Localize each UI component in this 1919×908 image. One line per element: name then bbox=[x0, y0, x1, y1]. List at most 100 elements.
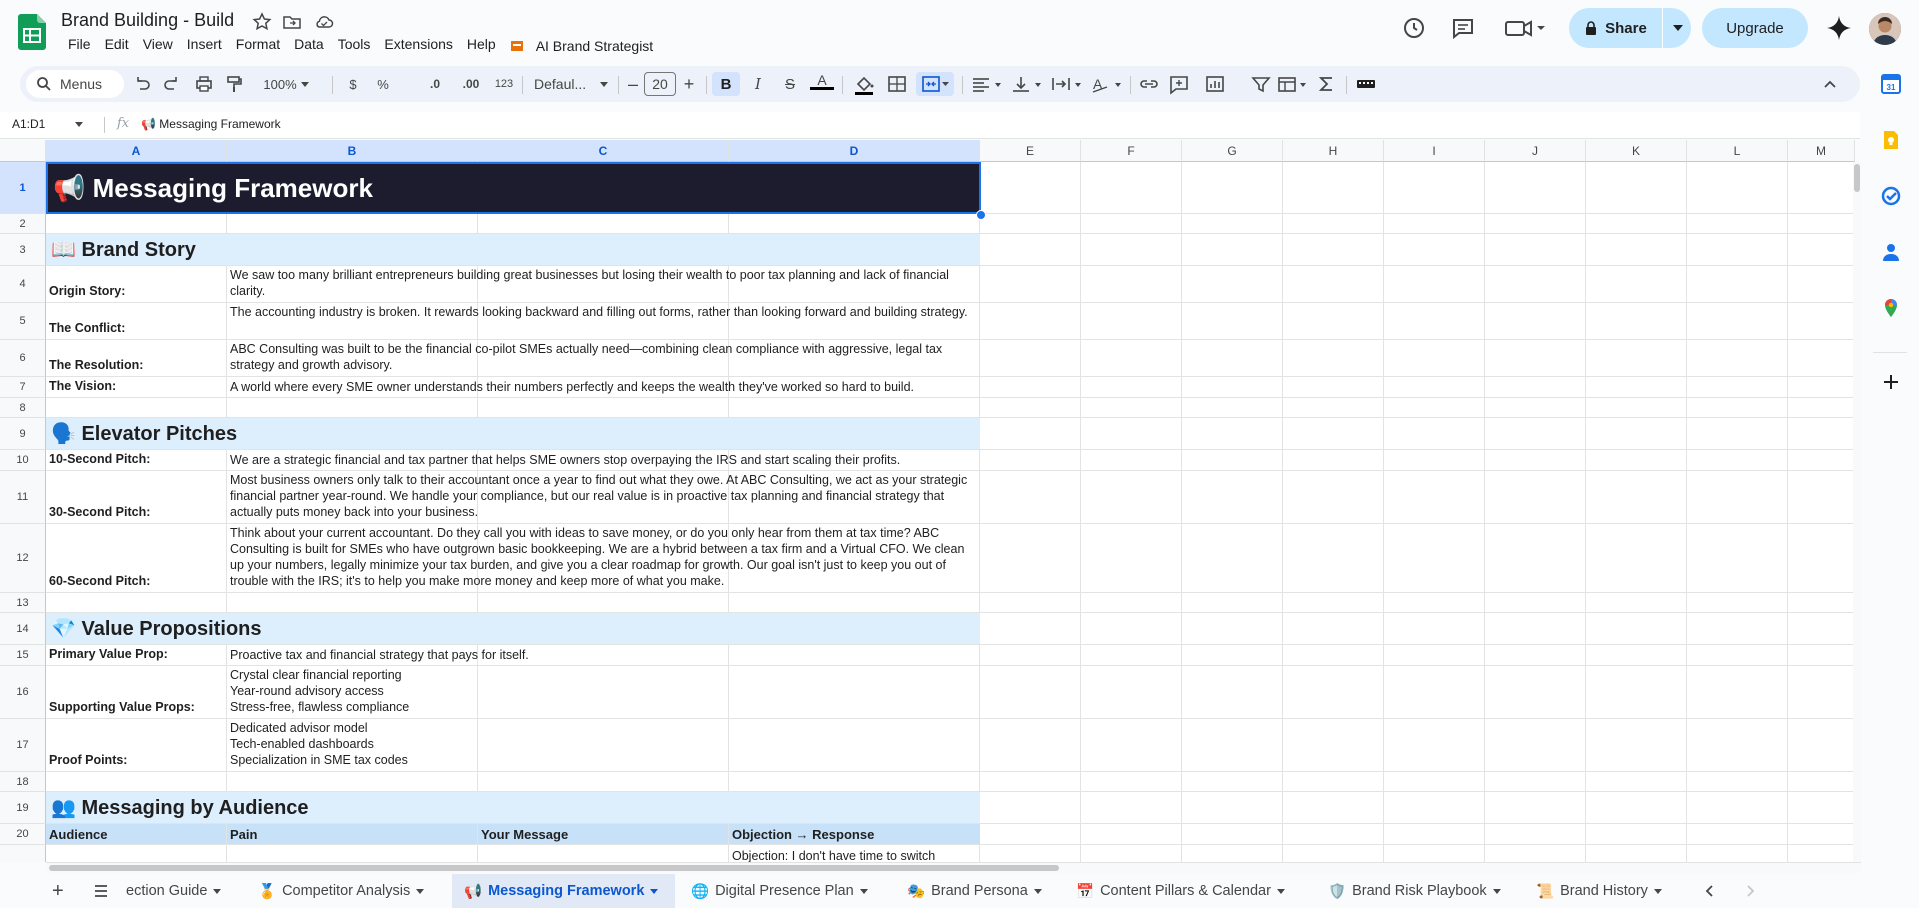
filter-views-icon[interactable] bbox=[1276, 72, 1310, 96]
label-the-resolution[interactable]: The Resolution: bbox=[46, 340, 226, 376]
row-header-4[interactable]: 4 bbox=[0, 266, 46, 303]
fill-color-icon[interactable] bbox=[852, 72, 876, 96]
value-the-conflict[interactable]: The accounting industry is broken. It re… bbox=[227, 303, 980, 339]
label-60-second-pitch[interactable]: 60-Second Pitch: bbox=[46, 524, 226, 592]
col-header-m[interactable]: M bbox=[1788, 140, 1855, 162]
all-sheets-icon[interactable] bbox=[93, 883, 109, 899]
tab-content-pillars-calendar[interactable]: 📅 Content Pillars & Calendar bbox=[1076, 874, 1301, 908]
collapse-toolbar-icon[interactable] bbox=[1820, 72, 1840, 96]
label-10-second-pitch[interactable]: 10-Second Pitch: bbox=[46, 450, 226, 470]
horizontal-align-icon[interactable] bbox=[970, 72, 1004, 96]
vertical-align-icon[interactable] bbox=[1010, 72, 1044, 96]
menu-insert[interactable]: Insert bbox=[180, 36, 229, 56]
horizontal-scrollbar[interactable] bbox=[46, 862, 1861, 873]
label-the-vision[interactable]: The Vision: bbox=[46, 377, 226, 397]
col-header-j[interactable]: J bbox=[1485, 140, 1586, 162]
contacts-icon[interactable] bbox=[1881, 242, 1901, 262]
menu-data[interactable]: Data bbox=[287, 36, 331, 56]
col-header-d[interactable]: D bbox=[729, 140, 980, 162]
row-header-10[interactable]: 10 bbox=[0, 450, 46, 471]
row-header-8[interactable]: 8 bbox=[0, 398, 46, 418]
value-60-second-pitch[interactable]: Think about your current accountant. Do … bbox=[227, 524, 980, 592]
gemini-icon[interactable] bbox=[1825, 14, 1853, 42]
tab-brand-risk-playbook[interactable]: 🛡️ Brand Risk Playbook bbox=[1328, 874, 1516, 908]
folder-move-icon[interactable] bbox=[282, 12, 302, 32]
col-header-l[interactable]: L bbox=[1687, 140, 1788, 162]
selection-handle[interactable] bbox=[976, 210, 986, 220]
insert-chart-icon[interactable] bbox=[1204, 72, 1226, 96]
filter-icon[interactable] bbox=[1250, 72, 1272, 96]
percent-format-button[interactable]: % bbox=[372, 72, 394, 96]
section-heading-elevator-pitches[interactable]: 🗣️ Elevator Pitches bbox=[46, 418, 980, 449]
label-proof-points[interactable]: Proof Points: bbox=[46, 719, 226, 771]
menu-ai-brand-strategist[interactable]: AI Brand Strategist bbox=[503, 36, 668, 56]
tab-selection-guide[interactable]: ection Guide bbox=[126, 874, 244, 908]
horizontal-scroll-thumb[interactable] bbox=[49, 865, 1059, 871]
star-icon[interactable] bbox=[252, 12, 272, 32]
bold-button[interactable]: B bbox=[712, 72, 740, 96]
value-the-vision[interactable]: A world where every SME owner understand… bbox=[227, 377, 980, 397]
italic-button[interactable]: I bbox=[746, 72, 770, 96]
row-header-15[interactable]: 15 bbox=[0, 645, 46, 666]
row-header-19[interactable]: 19 bbox=[0, 792, 46, 824]
row-header-7[interactable]: 7 bbox=[0, 377, 46, 398]
tasks-icon[interactable] bbox=[1881, 186, 1901, 206]
comment-icon[interactable] bbox=[1449, 14, 1477, 42]
row-header-20[interactable]: 20 bbox=[0, 824, 46, 845]
sheet-title-cell[interactable]: 📢 Messaging Framework bbox=[46, 162, 981, 214]
keep-icon[interactable] bbox=[1881, 130, 1901, 150]
row-header-11[interactable]: 11 bbox=[0, 471, 46, 524]
row-header-17[interactable]: 17 bbox=[0, 719, 46, 772]
col-header-e[interactable]: E bbox=[980, 140, 1081, 162]
decrease-font-size-button[interactable]: – bbox=[624, 72, 642, 96]
label-30-second-pitch[interactable]: 30-Second Pitch: bbox=[46, 471, 226, 523]
value-the-resolution[interactable]: ABC Consulting was built to be the finan… bbox=[227, 340, 980, 376]
value-10-second-pitch[interactable]: We are a strategic financial and tax par… bbox=[227, 450, 980, 470]
tab-digital-presence-plan[interactable]: 🌐 Digital Presence Plan bbox=[691, 874, 891, 908]
col-header-h[interactable]: H bbox=[1283, 140, 1384, 162]
font-family-select[interactable]: Defaul... bbox=[530, 72, 612, 96]
section-heading-messaging-by-audience[interactable]: 👥 Messaging by Audience bbox=[46, 792, 980, 823]
currency-format-button[interactable]: $ bbox=[342, 72, 364, 96]
scroll-tabs-left-icon[interactable] bbox=[1703, 884, 1717, 898]
borders-icon[interactable] bbox=[886, 72, 908, 96]
maps-icon[interactable] bbox=[1881, 298, 1901, 318]
section-heading-brand-story[interactable]: 📖 Brand Story bbox=[46, 234, 980, 265]
meet-icon[interactable] bbox=[1503, 14, 1547, 42]
document-title[interactable]: Brand Building - Build bbox=[61, 10, 234, 31]
redo-icon[interactable] bbox=[162, 72, 182, 96]
menu-tools[interactable]: Tools bbox=[331, 36, 378, 56]
table-cell-objection[interactable]: Objection: I don't have time to switch bbox=[729, 845, 980, 862]
insert-comment-icon[interactable] bbox=[1168, 72, 1190, 96]
tab-messaging-framework[interactable]: 📢 Messaging Framework bbox=[452, 874, 675, 908]
row-header-12[interactable]: 12 bbox=[0, 524, 46, 593]
tab-competitor-analysis[interactable]: 🏅 Competitor Analysis bbox=[258, 874, 443, 908]
value-primary-value-prop[interactable]: Proactive tax and financial strategy tha… bbox=[227, 645, 980, 665]
search-menus[interactable]: Menus bbox=[26, 70, 124, 98]
input-tools-icon[interactable] bbox=[1354, 72, 1378, 96]
upgrade-button[interactable]: Upgrade bbox=[1702, 8, 1808, 48]
calendar-icon[interactable]: 31 bbox=[1881, 74, 1901, 94]
col-header-k[interactable]: K bbox=[1586, 140, 1687, 162]
col-header-c[interactable]: C bbox=[478, 140, 729, 162]
value-30-second-pitch[interactable]: Most business owners only talk to their … bbox=[227, 471, 980, 523]
paint-format-icon[interactable] bbox=[224, 72, 244, 96]
table-header-pain[interactable]: Pain bbox=[227, 824, 477, 844]
print-icon[interactable] bbox=[194, 72, 214, 96]
text-wrapping-icon[interactable] bbox=[1050, 72, 1084, 96]
section-heading-value-propositions[interactable]: 💎 Value Propositions bbox=[46, 613, 980, 644]
row-header-1[interactable]: 1 bbox=[0, 162, 46, 214]
font-size-input[interactable]: 20 bbox=[644, 72, 676, 96]
value-origin-story[interactable]: We saw too many brilliant entrepreneurs … bbox=[227, 266, 980, 302]
col-header-i[interactable]: I bbox=[1384, 140, 1485, 162]
avatar[interactable] bbox=[1869, 13, 1901, 45]
function-icon[interactable] bbox=[1316, 72, 1338, 96]
tab-brand-persona[interactable]: 🎭 Brand Persona bbox=[907, 874, 1055, 908]
strikethrough-button[interactable]: S bbox=[778, 72, 802, 96]
row-header-6[interactable]: 6 bbox=[0, 340, 46, 377]
col-header-b[interactable]: B bbox=[227, 140, 478, 162]
menu-view[interactable]: View bbox=[136, 36, 180, 56]
name-box[interactable]: A1:D1 bbox=[12, 117, 84, 131]
tab-brand-history[interactable]: 📜 Brand History bbox=[1536, 874, 1678, 908]
row-header-16[interactable]: 16 bbox=[0, 666, 46, 719]
